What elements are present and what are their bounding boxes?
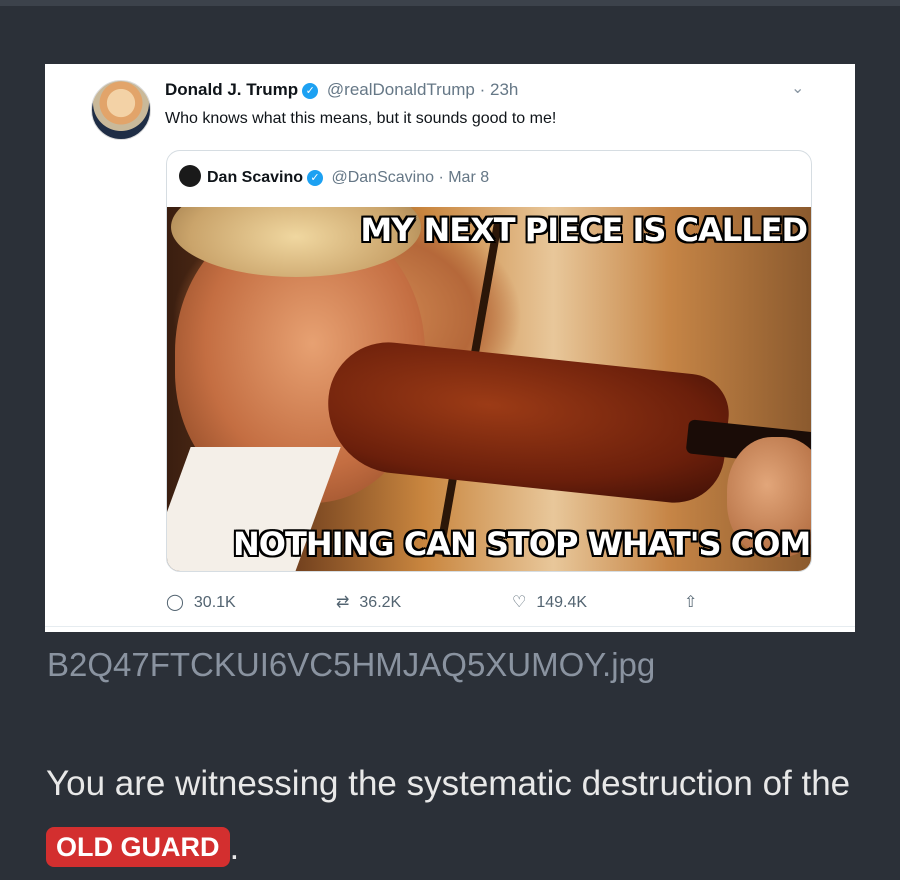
author-avatar[interactable] xyxy=(91,80,151,140)
author-name[interactable]: Donald J. Trump xyxy=(165,80,298,99)
tweet-screenshot[interactable]: Donald J. Trump ✓ @realDonaldTrump · 23h … xyxy=(45,64,855,632)
top-divider xyxy=(0,0,900,6)
verified-icon: ✓ xyxy=(307,170,324,186)
quoted-author-handle[interactable]: @DanScavino xyxy=(331,169,434,186)
old-guard-badge: OLD GUARD xyxy=(46,827,230,867)
heart-icon: ♡ xyxy=(512,594,527,611)
like-count: 149.4K xyxy=(536,594,588,611)
meme-bottom-caption: NOTHING CAN STOP WHAT'S COMING xyxy=(233,525,811,563)
violin-body xyxy=(321,336,733,508)
quoted-avatar[interactable] xyxy=(179,165,201,187)
quoted-header: Dan Scavino ✓ @DanScavino · Mar 8 xyxy=(179,165,489,187)
share-button[interactable]: ⇧ xyxy=(684,592,707,612)
retweet-button[interactable]: ⇄ 36.2K xyxy=(336,592,401,612)
reply-count: 30.1K xyxy=(193,594,236,611)
tweet-actions: ◯ 30.1K ⇄ 36.2K ♡ 149.4K ⇧ xyxy=(166,592,726,616)
meme-image[interactable]: MY NEXT PIECE IS CALLED NOTHING CAN STOP… xyxy=(167,207,811,571)
like-button[interactable]: ♡ 149.4K xyxy=(512,592,587,612)
tweet-time[interactable]: · 23h xyxy=(480,80,519,99)
reply-button[interactable]: ◯ 30.1K xyxy=(166,592,236,612)
share-icon: ⇧ xyxy=(684,594,698,611)
retweet-count: 36.2K xyxy=(359,594,402,611)
quoted-author-name[interactable]: Dan Scavino xyxy=(207,169,303,186)
author-handle[interactable]: @realDonaldTrump xyxy=(327,80,475,99)
reply-icon: ◯ xyxy=(166,594,184,611)
tweet-header: Donald J. Trump ✓ @realDonaldTrump · 23h xyxy=(165,80,518,100)
tweet-text: Who knows what this means, but it sounds… xyxy=(165,110,557,127)
quoted-time[interactable]: · Mar 8 xyxy=(438,169,489,186)
retweet-icon: ⇄ xyxy=(336,594,350,611)
post-caption: You are witnessing the systematic destru… xyxy=(46,752,866,880)
verified-icon: ✓ xyxy=(302,83,319,99)
caption-end: . xyxy=(229,828,240,867)
chevron-down-icon[interactable]: ⌄ xyxy=(791,78,804,98)
caption-text: You are witnessing the systematic destru… xyxy=(46,764,851,803)
image-filename[interactable]: B2Q47FTCKUI6VC5HMJAQ5XUMOY.jpg xyxy=(47,646,655,684)
meme-top-caption: MY NEXT PIECE IS CALLED xyxy=(360,211,808,249)
quoted-tweet[interactable]: Dan Scavino ✓ @DanScavino · Mar 8 MY NEXT… xyxy=(166,150,812,572)
tweet-bottom-divider xyxy=(45,626,855,627)
